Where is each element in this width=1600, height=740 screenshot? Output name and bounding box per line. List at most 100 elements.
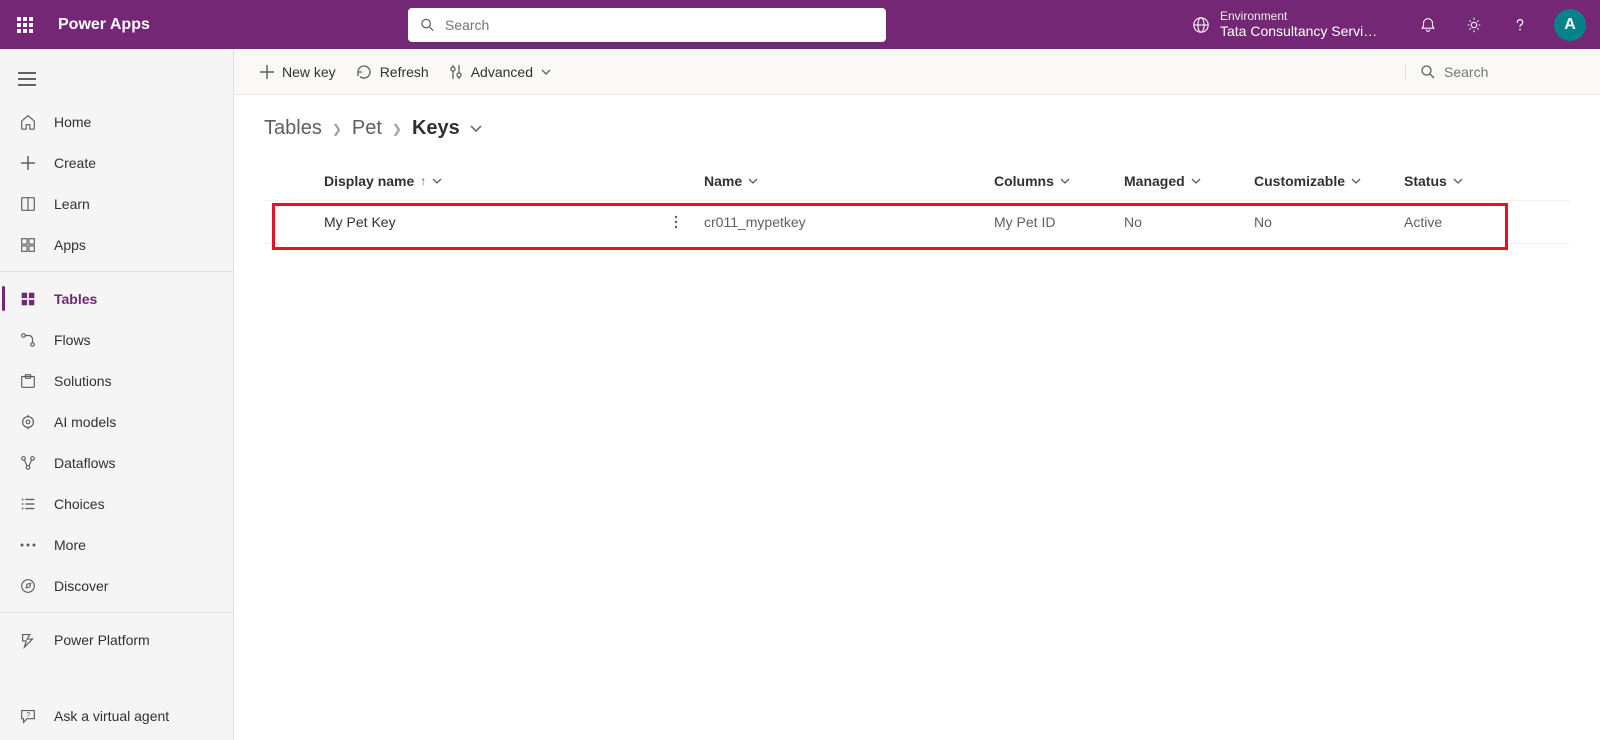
nav-item-powerplatform[interactable]: Power Platform: [0, 619, 233, 660]
hamburger-icon: [18, 72, 36, 86]
cmd-label: Advanced: [471, 64, 533, 80]
nav-label: Ask a virtual agent: [54, 708, 169, 724]
nav-item-askagent[interactable]: ? Ask a virtual agent: [0, 692, 233, 740]
nav-label: Discover: [54, 578, 108, 594]
chevron-right-icon: ❯: [392, 122, 402, 136]
dataflows-icon: [18, 453, 38, 473]
nav-label: Solutions: [54, 373, 112, 389]
chevron-down-icon: [1351, 178, 1361, 184]
nav-item-choices[interactable]: Choices: [0, 483, 233, 524]
nav-item-apps[interactable]: Apps: [0, 224, 233, 265]
advanced-button[interactable]: Advanced: [439, 58, 561, 86]
col-displayname[interactable]: Display name ↑: [324, 173, 664, 189]
chevron-down-icon: [1191, 178, 1201, 184]
global-search[interactable]: [408, 8, 886, 42]
avatar-initials: A: [1564, 16, 1576, 34]
bell-icon: [1419, 16, 1437, 34]
nav-label: Choices: [54, 496, 105, 512]
refresh-icon: [356, 64, 372, 80]
more-vertical-icon: [674, 215, 678, 229]
chevron-down-icon: [748, 178, 758, 184]
svg-text:?: ?: [26, 710, 30, 719]
plus-icon: [18, 153, 38, 173]
nav-item-learn[interactable]: Learn: [0, 183, 233, 224]
help-button[interactable]: [1504, 9, 1536, 41]
col-customizable[interactable]: Customizable: [1254, 173, 1404, 189]
more-icon: [18, 535, 38, 555]
breadcrumb-keys: Keys: [412, 117, 460, 140]
home-icon: [18, 112, 38, 132]
th-label: Customizable: [1254, 173, 1345, 189]
nav-label: Home: [54, 114, 91, 130]
env-picker[interactable]: Environment Tata Consultancy Servic...: [1192, 9, 1380, 40]
nav-label: Apps: [54, 237, 86, 253]
settings-button[interactable]: [1458, 9, 1490, 41]
newkey-button[interactable]: New key: [250, 58, 346, 86]
content: Tables ❯ Pet ❯ Keys Display name ↑ Name: [234, 95, 1600, 244]
nav-label: AI models: [54, 414, 116, 430]
breadcrumb-tables[interactable]: Tables: [264, 117, 322, 140]
breadcrumb-pet[interactable]: Pet: [352, 117, 382, 140]
nav-label: Learn: [54, 196, 90, 212]
th-label: Managed: [1124, 173, 1185, 189]
col-status[interactable]: Status: [1404, 173, 1524, 189]
th-label: Status: [1404, 173, 1447, 189]
col-name[interactable]: Name: [704, 173, 994, 189]
table-header-row: Display name ↑ Name Columns Managed: [264, 162, 1570, 200]
global-search-input[interactable]: [445, 17, 874, 33]
th-label: Columns: [994, 173, 1054, 189]
nav-divider: [0, 612, 233, 613]
table-row[interactable]: My Pet Key cr011_mypetkey My Pet ID No N…: [264, 200, 1570, 244]
waffle-icon: [17, 17, 33, 33]
sliders-icon: [449, 64, 463, 80]
shell: Home Create Learn Apps Tables Flows Solu…: [0, 49, 1600, 740]
nav-item-aimodels[interactable]: AI models: [0, 401, 233, 442]
breadcrumb: Tables ❯ Pet ❯ Keys: [264, 117, 1570, 140]
user-avatar[interactable]: A: [1554, 9, 1586, 41]
search-icon: [420, 17, 435, 33]
row-more-button[interactable]: [664, 210, 688, 234]
nav-divider: [0, 271, 233, 272]
nav-item-more[interactable]: More: [0, 524, 233, 565]
search-icon: [1420, 64, 1436, 80]
cmdbar-search-input[interactable]: [1444, 64, 1584, 80]
nav-item-discover[interactable]: Discover: [0, 565, 233, 606]
chevron-down-icon: [1453, 178, 1463, 184]
chevron-right-icon: ❯: [332, 122, 342, 136]
nav-item-home[interactable]: Home: [0, 101, 233, 142]
gear-icon: [1465, 16, 1483, 34]
sort-asc-icon: ↑: [420, 174, 426, 188]
nav-item-solutions[interactable]: Solutions: [0, 360, 233, 401]
cell-status: Active: [1404, 214, 1524, 230]
nav-item-tables[interactable]: Tables: [0, 278, 233, 319]
env-txt: Environment Tata Consultancy Servic...: [1220, 9, 1380, 40]
nav-label: Power Platform: [54, 632, 150, 648]
command-bar: New key Refresh Advanced: [234, 49, 1600, 95]
nav-item-dataflows[interactable]: Dataflows: [0, 442, 233, 483]
side-nav: Home Create Learn Apps Tables Flows Solu…: [0, 49, 234, 740]
nav-item-create[interactable]: Create: [0, 142, 233, 183]
chevron-down-icon[interactable]: [470, 125, 482, 133]
app-launcher[interactable]: [0, 0, 50, 49]
cell-managed: No: [1124, 214, 1254, 230]
cmdbar-search[interactable]: [1405, 64, 1584, 80]
chat-icon: ?: [18, 706, 38, 726]
refresh-button[interactable]: Refresh: [346, 58, 439, 86]
chevron-down-icon: [541, 69, 551, 75]
nav-toggle[interactable]: [0, 57, 233, 101]
nav-label: Dataflows: [54, 455, 115, 471]
col-columns[interactable]: Columns: [994, 173, 1124, 189]
cmd-label: New key: [282, 64, 336, 80]
discover-icon: [18, 576, 38, 596]
notifications-button[interactable]: [1412, 9, 1444, 41]
col-managed[interactable]: Managed: [1124, 173, 1254, 189]
ai-icon: [18, 412, 38, 432]
chevron-down-icon: [432, 178, 442, 184]
tables-icon: [18, 289, 38, 309]
env-name: Tata Consultancy Servic...: [1220, 23, 1380, 40]
nav-item-flows[interactable]: Flows: [0, 319, 233, 360]
help-icon: [1511, 16, 1529, 34]
apps-icon: [18, 235, 38, 255]
th-label: Name: [704, 173, 742, 189]
nav-label: More: [54, 537, 86, 553]
